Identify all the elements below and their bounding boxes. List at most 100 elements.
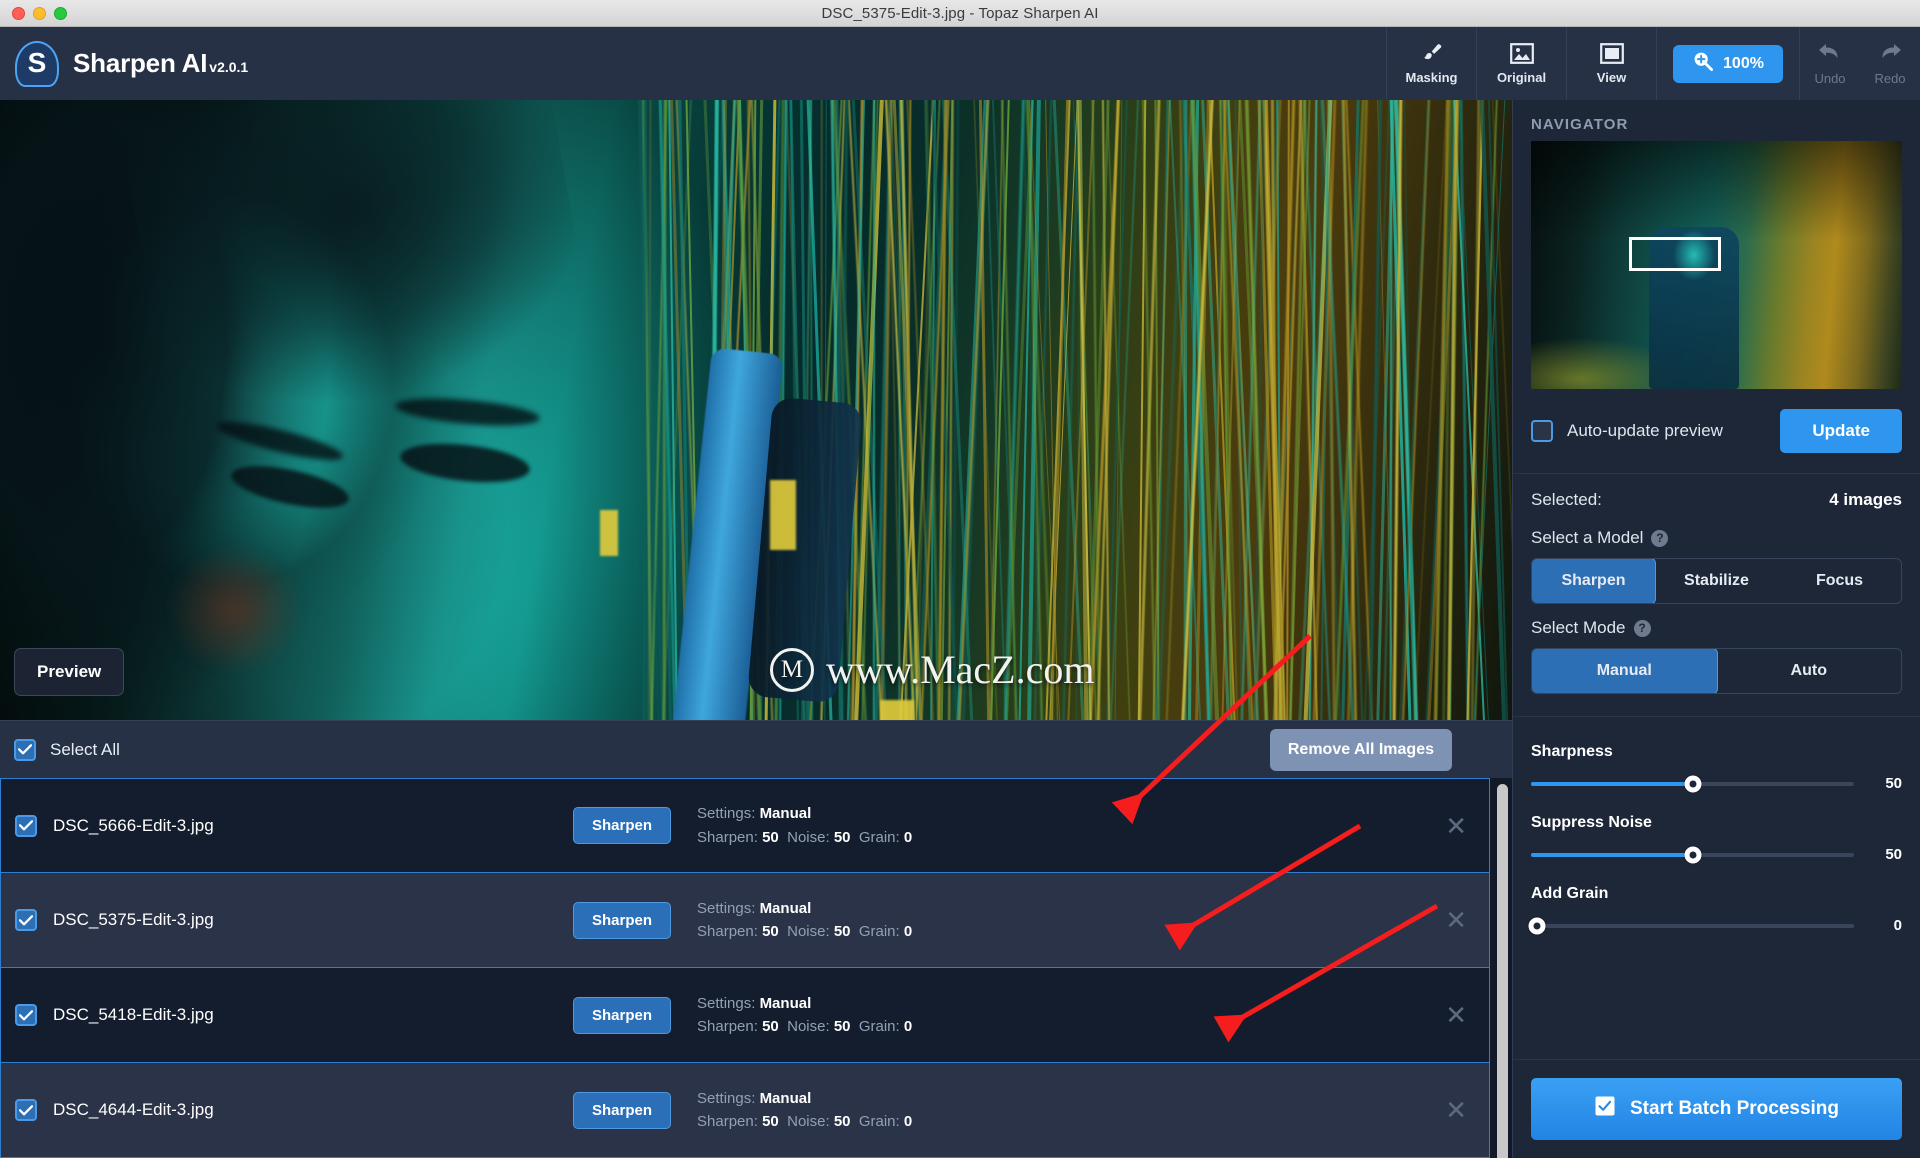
row-sharpen-key: Sharpen: (697, 1113, 758, 1130)
row-sharpen-key: Sharpen: (697, 828, 758, 846)
row-checkbox[interactable] (15, 814, 37, 837)
mode-option-manual[interactable]: Manual (1532, 649, 1718, 693)
table-row[interactable]: DSC_4644-Edit-3.jpg Sharpen Settings: Manu… (0, 1063, 1490, 1158)
image-preview-canvas[interactable]: M www.MacZ.com Preview (0, 100, 1512, 720)
row-noise-key: Noise: (787, 828, 830, 846)
shield-s-icon (15, 40, 59, 87)
remove-all-images-button[interactable]: Remove All Images (1269, 728, 1452, 771)
row-checkbox[interactable] (15, 1004, 37, 1026)
table-row[interactable]: DSC_5666-Edit-3.jpg Sharpen Settings: Manu… (0, 778, 1490, 873)
row-noise-value: 50 (833, 1018, 851, 1035)
redo-label: Redo (1874, 71, 1906, 86)
main-area: M www.MacZ.com Preview Select All Remove… (0, 100, 1920, 1158)
slider-knob[interactable] (1528, 917, 1546, 934)
update-button[interactable]: Update (1780, 409, 1902, 453)
mode-help-icon[interactable]: ? (1633, 619, 1651, 637)
selected-value: 4 images (1829, 490, 1902, 509)
toolbar-item-masking-label: Masking (1405, 70, 1458, 85)
scrollbar-thumb[interactable] (1497, 784, 1508, 1158)
row-grain-value: 0 (903, 828, 913, 846)
settings-panel: NAVIGATOR Auto-update preview Update Sel… (1512, 100, 1920, 1158)
slider-label: Suppress Noise (1531, 814, 1652, 831)
row-sharpen-key: Sharpen: (697, 1018, 758, 1035)
navigator-viewport-rect[interactable] (1629, 237, 1721, 271)
row-sharpen-value: 50 (762, 828, 779, 846)
slider-value: 0 (1893, 917, 1902, 934)
row-remove-close-icon[interactable]: ✕ (1445, 1097, 1467, 1123)
row-settings-key: Settings: (697, 1089, 756, 1107)
preview-button[interactable]: Preview (14, 648, 125, 696)
toolbar-item-original-label: Original (1496, 70, 1547, 85)
slider-knob[interactable] (1684, 775, 1701, 792)
file-list: DSC_5666-Edit-3.jpg Sharpen Settings: Manu… (0, 778, 1512, 1158)
model-option-sharpen[interactable]: Sharpen (1532, 559, 1656, 603)
start-batch-processing-button[interactable]: Start Batch Processing (1531, 1078, 1902, 1140)
mode-option-auto[interactable]: Auto (1717, 649, 1902, 693)
row-sharpen-value: 50 (762, 1018, 779, 1035)
slider-value: 50 (1885, 775, 1902, 792)
select-all-label: Select All (50, 739, 120, 759)
row-sharpen-button[interactable]: Sharpen (573, 807, 672, 844)
toolbar-item-masking[interactable]: Masking (1386, 27, 1476, 100)
row-checkbox[interactable] (15, 909, 37, 931)
slider-knob[interactable] (1684, 846, 1701, 863)
slider-fill (1531, 852, 1693, 857)
row-grain-value: 0 (903, 1113, 913, 1130)
slider-track[interactable] (1531, 846, 1854, 863)
slider-label: Sharpness (1531, 743, 1613, 760)
row-filename: DSC_5375-Edit-3.jpg (53, 910, 214, 929)
row-noise-key: Noise: (787, 1113, 830, 1130)
selected-label: Selected: (1531, 490, 1602, 509)
model-help-icon[interactable]: ? (1651, 529, 1669, 547)
row-filename: DSC_4644-Edit-3.jpg (53, 1100, 214, 1119)
redo-arrow-icon (1877, 41, 1903, 66)
model-option-stabilize[interactable]: Stabilize (1655, 559, 1778, 603)
square-view-icon (1599, 42, 1624, 64)
row-noise-value: 50 (833, 923, 851, 940)
slider-track[interactable] (1528, 917, 1854, 934)
row-sharpen-button[interactable]: Sharpen (573, 901, 672, 939)
undo-arrow-icon (1817, 41, 1843, 66)
row-noise-value: 50 (833, 828, 851, 846)
row-grain-value: 0 (903, 1018, 913, 1035)
model-option-focus[interactable]: Focus (1778, 559, 1901, 603)
row-noise-value: 50 (833, 1113, 851, 1130)
table-row[interactable]: DSC_5375-Edit-3.jpg Sharpen Settings: Manu… (0, 873, 1490, 968)
row-remove-close-icon[interactable]: ✕ (1445, 1002, 1467, 1028)
navigator-title: NAVIGATOR (1531, 116, 1629, 133)
row-settings-key: Settings: (697, 899, 756, 917)
slider-value: 50 (1885, 846, 1902, 863)
row-sharpen-button[interactable]: Sharpen (573, 996, 672, 1034)
table-row[interactable]: DSC_5418-Edit-3.jpg Sharpen Settings: Manu… (0, 968, 1490, 1063)
row-checkbox[interactable] (15, 1099, 37, 1121)
mode-group: Select Mode ? Manual Auto (1513, 604, 1920, 694)
row-settings-value: Manual (759, 1089, 812, 1107)
select-mode-label: Select Mode (1531, 618, 1626, 637)
file-list-scrollbar[interactable] (1496, 780, 1509, 1158)
row-remove-close-icon[interactable]: ✕ (1445, 813, 1467, 839)
brush-icon (1421, 42, 1443, 64)
zoom-button[interactable]: 100% (1673, 44, 1783, 83)
redo-button[interactable]: Redo (1860, 27, 1920, 100)
toolbar-item-view[interactable]: View (1566, 27, 1656, 100)
auto-update-checkbox[interactable] (1531, 420, 1553, 442)
row-noise-key: Noise: (787, 1018, 830, 1035)
row-grain-key: Grain: (858, 923, 900, 940)
slider-track[interactable] (1531, 775, 1854, 792)
model-segmented-control: Sharpen Stabilize Focus (1531, 558, 1902, 604)
navigator-thumbnail[interactable] (1531, 141, 1902, 389)
batch-footer: Start Batch Processing (1513, 1059, 1920, 1158)
row-settings: Settings: Manual Sharpen: 50 Noise: 50 Gr… (697, 897, 912, 944)
row-remove-close-icon[interactable]: ✕ (1445, 907, 1467, 933)
model-group: Select a Model ? Sharpen Stabilize Focus (1513, 514, 1920, 604)
select-all-checkbox[interactable] (14, 738, 36, 761)
row-sharpen-button[interactable]: Sharpen (573, 1091, 672, 1129)
select-model-label: Select a Model (1531, 528, 1644, 547)
row-settings: Settings: Manual Sharpen: 50 Noise: 50 Gr… (697, 1087, 912, 1134)
undo-label: Undo (1814, 71, 1846, 86)
auto-update-label: Auto-update preview (1567, 421, 1723, 440)
row-settings: Settings: Manual Sharpen: 50 Noise: 50 Gr… (697, 802, 912, 849)
toolbar-item-original[interactable]: Original (1476, 27, 1566, 100)
image-icon (1509, 42, 1534, 64)
undo-button[interactable]: Undo (1800, 27, 1860, 100)
